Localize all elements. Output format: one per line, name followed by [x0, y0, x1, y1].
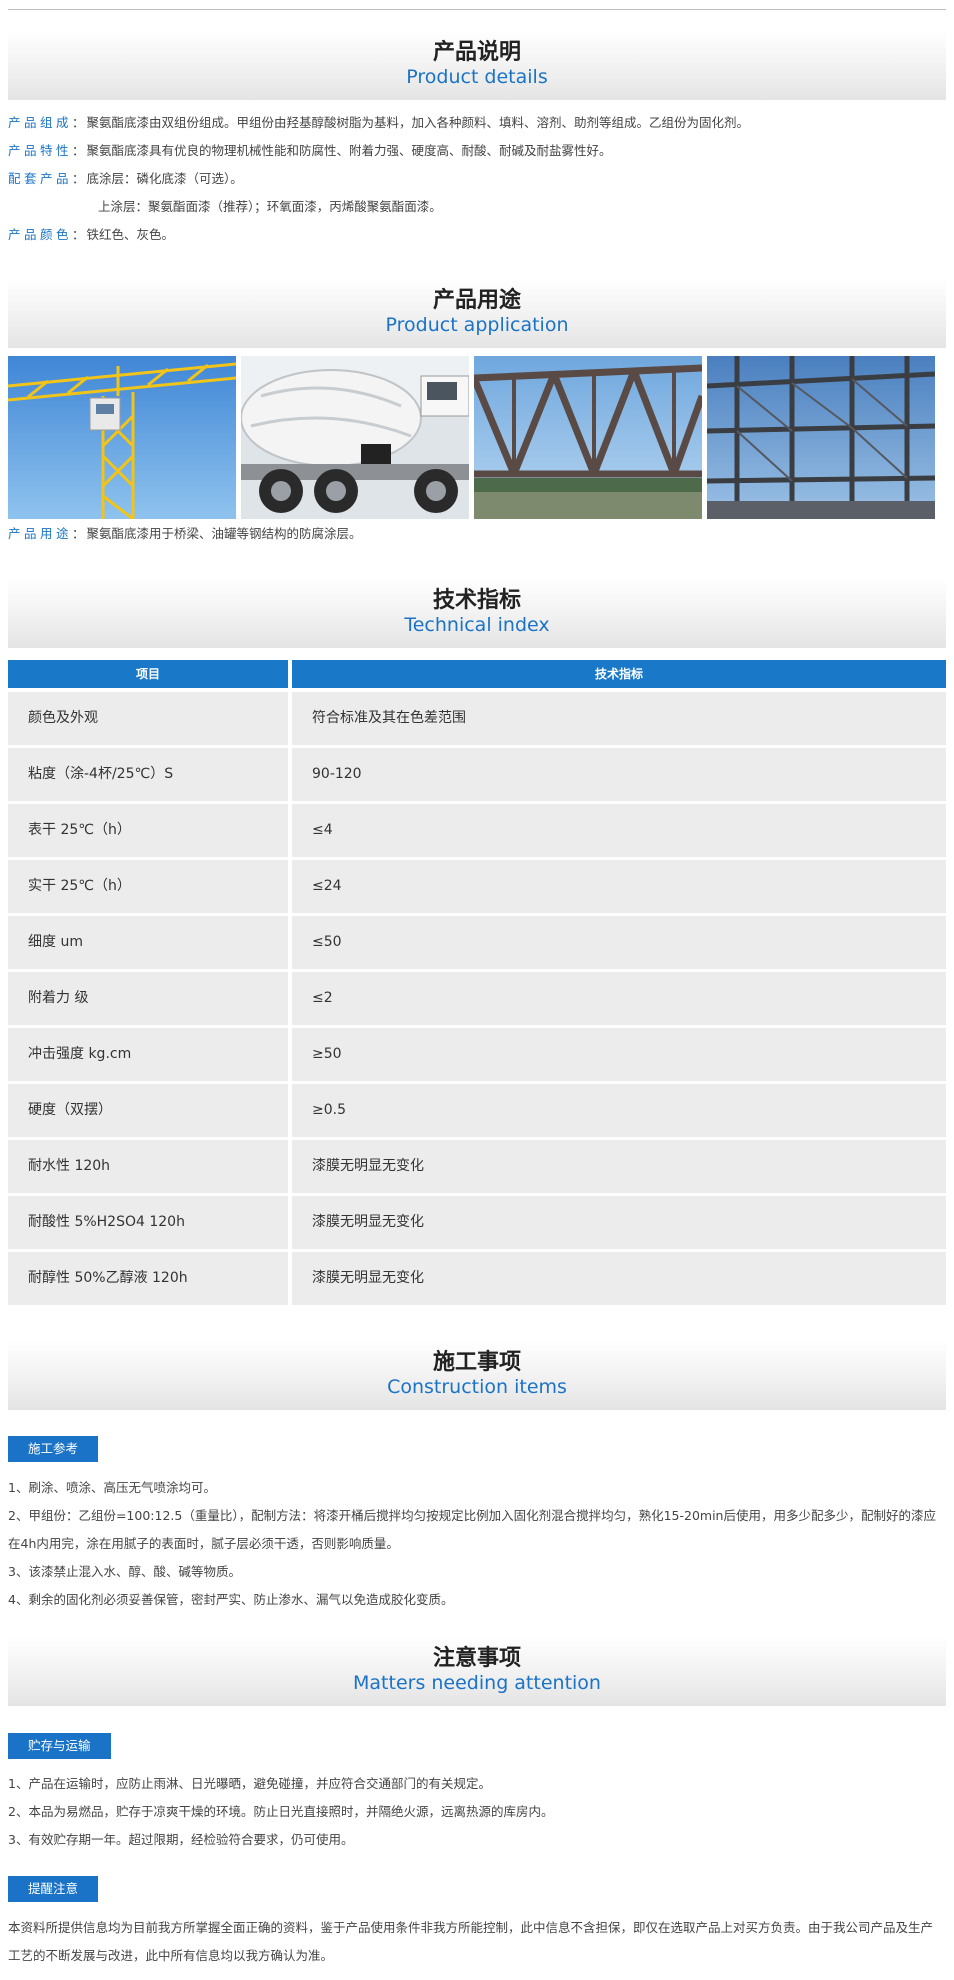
table-header-item: 项目: [8, 660, 288, 688]
application-label: 产品用途: [8, 526, 73, 541]
table-cell-item: 表干 25℃（h）: [8, 804, 288, 857]
table-cell-spec: ≥0.5: [292, 1084, 946, 1137]
table-row: 实干 25℃（h） ≤24: [8, 860, 946, 913]
table-cell-item: 粘度（涂-4杯/25℃）S: [8, 748, 288, 801]
table-row: 附着力 级 ≤2: [8, 972, 946, 1025]
table-cell-item: 硬度（双摆）: [8, 1084, 288, 1137]
detail-matching-top-coat: 上涂层：聚氨酯面漆（推荐）；环氧面漆，丙烯酸聚氨酯面漆。: [98, 199, 442, 214]
top-divider: [8, 9, 946, 10]
detail-composition: 产品组成： 聚氨酯底漆由双组份组成。甲组份由羟基醇酸树脂为基料，加入各种颜料、填料…: [8, 115, 750, 130]
detail-text: 聚氨酯底漆由双组份组成。甲组份由羟基醇酸树脂为基料，加入各种颜料、填料、溶剂、助…: [86, 115, 750, 130]
section-title-zh: 产品用途: [432, 288, 521, 313]
construction-reference-tag: 施工参考: [8, 1436, 99, 1462]
steel-frame-photo: [707, 356, 935, 519]
section-title-zh: 注意事项: [432, 1646, 521, 1671]
table-cell-item: 细度 um: [8, 916, 288, 969]
detail-label: 配套产品: [8, 171, 73, 186]
table-cell-spec: 漆膜无明显无变化: [292, 1140, 946, 1193]
table-cell-spec: ≥50: [292, 1028, 946, 1081]
table-row: 耐水性 120h 漆膜无明显无变化: [8, 1140, 946, 1193]
bridge-photo: [474, 356, 702, 519]
table-cell-item: 颜色及外观: [8, 692, 288, 745]
table-cell-spec: ≤24: [292, 860, 946, 913]
table-row: 粘度（涂-4杯/25℃）S 90-120: [8, 748, 946, 801]
application-photos: [8, 356, 938, 519]
detail-text: 聚氨酯底漆具有优良的物理机械性能和防腐性、附着力强、硬度高、耐酸、耐碱及耐盐雾性…: [86, 143, 612, 158]
table-row: 硬度（双摆） ≥0.5: [8, 1084, 946, 1137]
attention-item: 1、产品在运输时，应防止雨淋、日光曝晒，避免碰撞，并应符合交通部门的有关规定。: [8, 1776, 491, 1791]
section-header-technical: 技术指标 Technical index: [8, 578, 946, 648]
attention-item: 3、有效贮存期一年。超过限期，经检验符合要求，仍可使用。: [8, 1832, 354, 1847]
table-cell-spec: 90-120: [292, 748, 946, 801]
table-cell-spec: ≤50: [292, 916, 946, 969]
mixer-truck-photo: [241, 356, 469, 519]
construction-item: 2、甲组份：乙组份=100:12.5（重量比），配制方法：将漆开桶后搅拌均匀按规…: [8, 1508, 936, 1551]
attention-item: 2、本品为易燃品，贮存于凉爽干燥的环境。防止日光直接照时，并隔绝火源，远离热源的…: [8, 1804, 554, 1819]
detail-text: 铁红色、灰色。: [86, 227, 175, 242]
section-title-en: Matters needing attention: [353, 1672, 601, 1694]
detail-label: 产品特性: [8, 143, 73, 158]
table-cell-spec: 漆膜无明显无变化: [292, 1196, 946, 1249]
table-cell-item: 耐水性 120h: [8, 1140, 288, 1193]
table-cell-item: 实干 25℃（h）: [8, 860, 288, 913]
storage-transport-tag: 贮存与运输: [8, 1733, 111, 1759]
table-cell-spec: ≤2: [292, 972, 946, 1025]
table-row: 耐醇性 50%乙醇液 120h 漆膜无明显无变化: [8, 1252, 946, 1305]
application-text: 聚氨酯底漆用于桥梁、油罐等钢结构的防腐涂层。: [86, 526, 362, 541]
construction-item: 1、刷涂、喷涂、高压无气喷涂均可。: [8, 1480, 216, 1495]
table-header-spec: 技术指标: [292, 660, 946, 688]
detail-matching: 配套产品： 底涂层：磷化底漆（可选）。: [8, 171, 243, 186]
application-usage: 产品用途： 聚氨酯底漆用于桥梁、油罐等钢结构的防腐涂层。: [8, 526, 362, 541]
crane-photo: [8, 356, 236, 519]
table-row: 耐酸性 5%H2SO4 120h 漆膜无明显无变化: [8, 1196, 946, 1249]
reminder-tag: 提醒注意: [8, 1876, 99, 1902]
section-title-zh: 产品说明: [432, 40, 521, 65]
construction-item: 4、剩余的固化剂必须妥善保管，密封严实、防止渗水、漏气以免造成胶化变质。: [8, 1592, 454, 1607]
table-cell-item: 附着力 级: [8, 972, 288, 1025]
section-title-en: Technical index: [404, 614, 550, 636]
table-row: 颜色及外观 符合标准及其在色差范围: [8, 692, 946, 745]
section-title-zh: 施工事项: [432, 1350, 521, 1375]
table-cell-spec: 符合标准及其在色差范围: [292, 692, 946, 745]
disclaimer-text: 本资料所提供信息均为目前我方所掌握全面正确的资料，鉴于产品使用条件非我方所能控制…: [8, 1920, 934, 1963]
detail-features: 产品特性： 聚氨酯底漆具有优良的物理机械性能和防腐性、附着力强、硬度高、耐酸、耐碱…: [8, 143, 612, 158]
table-header-row: 项目 技术指标: [8, 660, 946, 688]
table-cell-item: 冲击强度 kg.cm: [8, 1028, 288, 1081]
table-cell-item: 耐醇性 50%乙醇液 120h: [8, 1252, 288, 1305]
table-row: 细度 um ≤50: [8, 916, 946, 969]
section-title-en: Product details: [406, 66, 548, 88]
table-cell-spec: 漆膜无明显无变化: [292, 1252, 946, 1305]
construction-item: 3、该漆禁止混入水、醇、酸、碱等物质。: [8, 1564, 241, 1579]
section-title-zh: 技术指标: [432, 588, 521, 613]
table-cell-spec: ≤4: [292, 804, 946, 857]
detail-label: 产品颜色: [8, 227, 73, 242]
table-row: 冲击强度 kg.cm ≥50: [8, 1028, 946, 1081]
section-title-en: Product application: [385, 314, 569, 336]
detail-colors: 产品颜色： 铁红色、灰色。: [8, 227, 175, 242]
detail-label: 产品组成: [8, 115, 73, 130]
table-cell-item: 耐酸性 5%H2SO4 120h: [8, 1196, 288, 1249]
section-header-attention: 注意事项 Matters needing attention: [8, 1636, 946, 1706]
section-title-en: Construction items: [387, 1376, 567, 1398]
detail-text: 底涂层：磷化底漆（可选）。: [86, 171, 243, 186]
table-row: 表干 25℃（h） ≤4: [8, 804, 946, 857]
section-header-construction: 施工事项 Construction items: [8, 1340, 946, 1410]
section-header-application: 产品用途 Product application: [8, 278, 946, 348]
section-header-details: 产品说明 Product details: [8, 30, 946, 100]
